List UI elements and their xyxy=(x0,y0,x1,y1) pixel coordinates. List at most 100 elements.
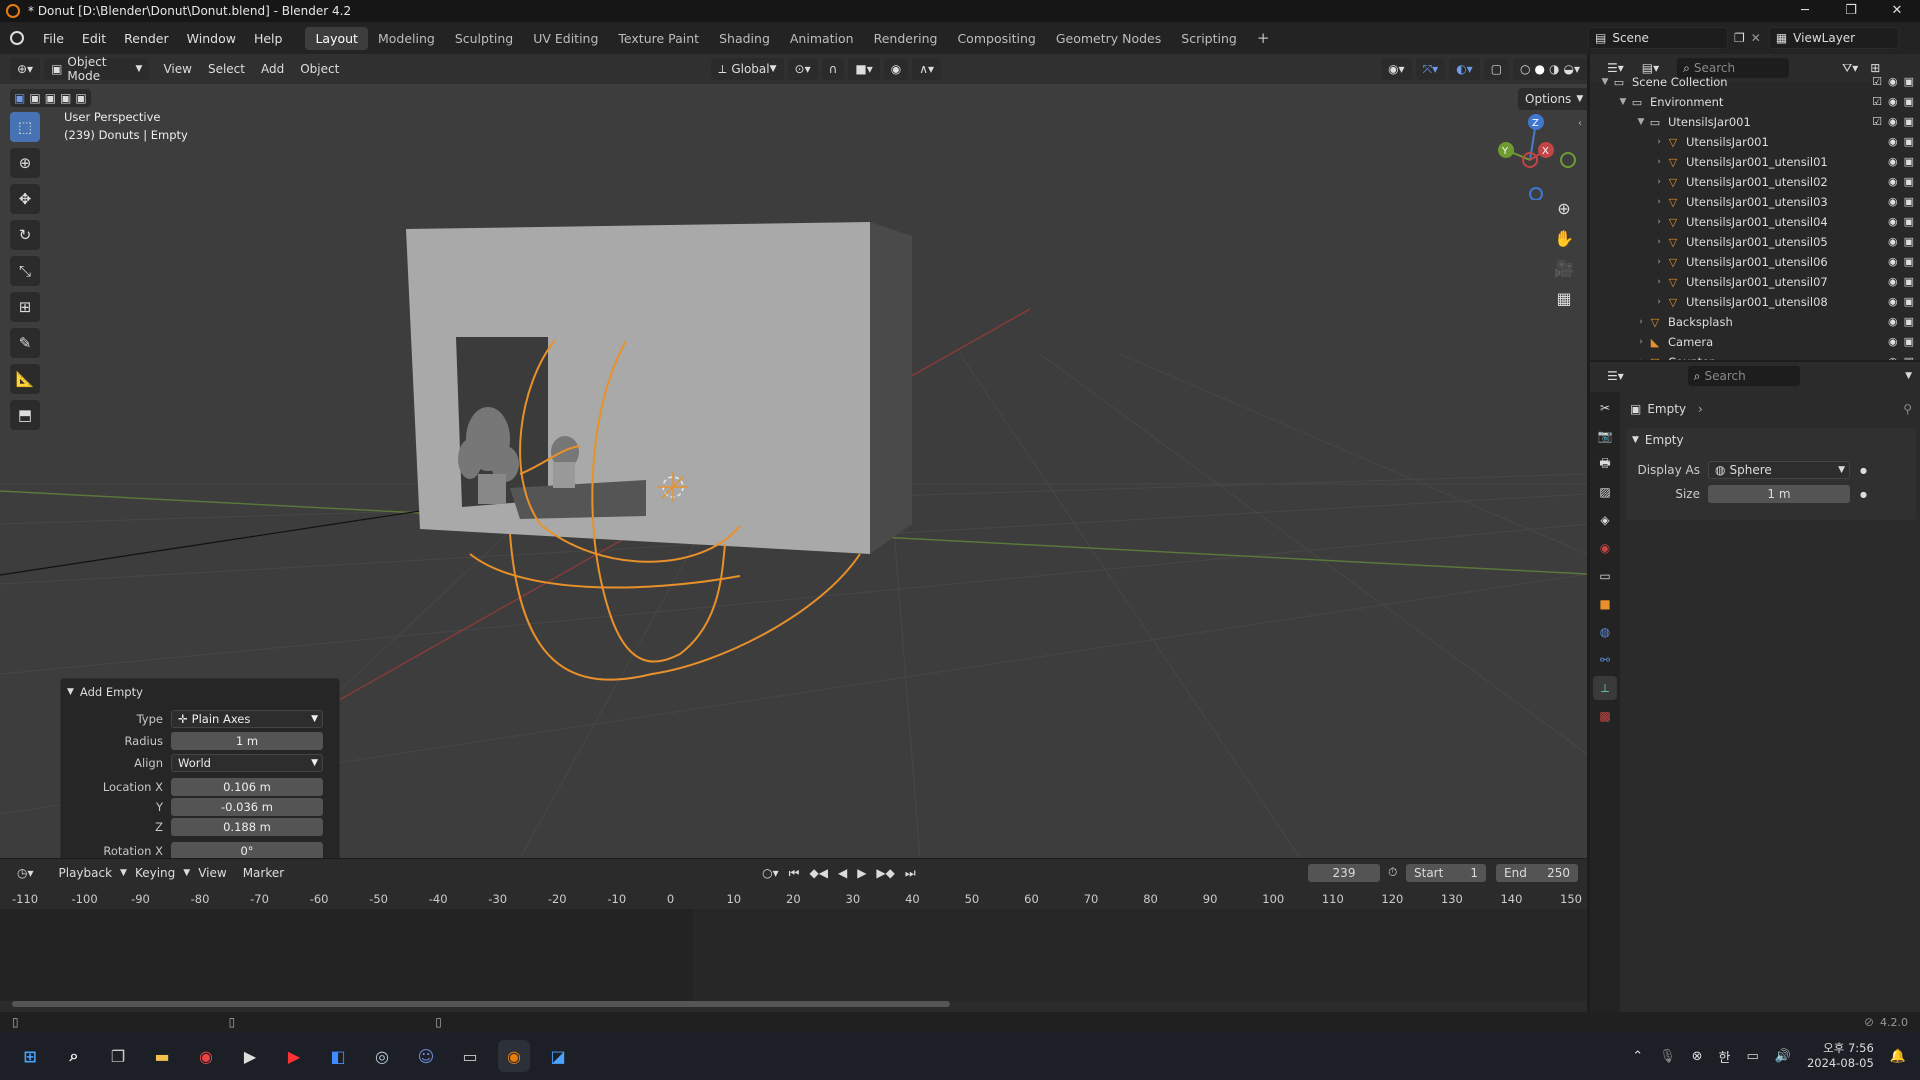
notification-bell-icon[interactable]: 🔔 xyxy=(1890,1049,1906,1064)
microphone-icon[interactable]: 🎙 xyxy=(1659,1049,1676,1064)
outliner-row[interactable]: › ▽ Backsplash ◉ ▣ xyxy=(1590,312,1920,332)
outliner-row[interactable]: › ▽ UtensilsJar001_utensil03 ◉ ▣ xyxy=(1590,192,1920,212)
camera-render-icon[interactable]: ▣ xyxy=(1904,275,1914,288)
zoom-icon[interactable]: ⊕ xyxy=(1552,194,1576,224)
remove-scene-icon[interactable]: ✕ xyxy=(1751,31,1761,45)
eye-icon[interactable]: ◉ xyxy=(1888,355,1898,360)
pan-hand-icon[interactable]: ✋ xyxy=(1552,224,1576,254)
outliner-row[interactable]: › ▽ UtensilsJar001_utensil05 ◉ ▣ xyxy=(1590,232,1920,252)
annotate-tool[interactable]: ✎ xyxy=(10,328,40,358)
menu-file[interactable]: File xyxy=(34,31,73,46)
tab-uv-editing[interactable]: UV Editing xyxy=(523,27,608,50)
visibility-toggles[interactable]: ◉▣ xyxy=(1888,135,1914,148)
jump-start-icon[interactable]: ⏮ xyxy=(789,866,800,881)
chevron-right-icon[interactable]: › xyxy=(1652,237,1666,247)
timeline-track-area[interactable] xyxy=(0,909,1587,1001)
align-dropdown[interactable]: World ▼ xyxy=(171,754,323,772)
proportional-edit-toggle[interactable]: ◉ xyxy=(883,58,909,80)
windows-start-icon[interactable]: ⊞ xyxy=(14,1040,46,1072)
viewport-menu-select[interactable]: Select xyxy=(200,62,253,76)
chevron-right-icon[interactable]: › xyxy=(1652,197,1666,207)
chevron-right-icon[interactable]: › xyxy=(1652,137,1666,147)
youtube-music-icon[interactable]: ▶ xyxy=(278,1040,310,1072)
outliner-row[interactable]: › ▽ UtensilsJar001 ◉ ▣ xyxy=(1590,132,1920,152)
visibility-toggles[interactable]: ◉▣ xyxy=(1888,155,1914,168)
camera-render-icon[interactable]: ▣ xyxy=(1904,215,1914,228)
overlay-toggle[interactable]: ◐▾ xyxy=(1449,58,1480,80)
timeline-menu-keying[interactable]: Keying xyxy=(127,866,183,880)
chevron-right-icon[interactable]: › xyxy=(1652,257,1666,267)
select-new-icon[interactable]: ▣ xyxy=(14,91,25,105)
visibility-toggles[interactable]: ◉▣ xyxy=(1888,195,1914,208)
outliner-row[interactable]: › ▽ UtensilsJar001_utensil02 ◉ ▣ xyxy=(1590,172,1920,192)
empty-section-header[interactable]: ▼ Empty xyxy=(1626,428,1916,452)
chevron-down-icon[interactable]: ▼ xyxy=(1634,117,1648,127)
camera-render-icon[interactable]: ▣ xyxy=(1904,315,1914,328)
tab-layout[interactable]: Layout xyxy=(305,26,368,50)
app-icon[interactable]: ◪ xyxy=(542,1040,574,1072)
properties-editor-type-button[interactable]: ☰▾ xyxy=(1600,365,1631,387)
add-cube-tool[interactable]: ⬒ xyxy=(10,400,40,430)
eye-icon[interactable]: ◉ xyxy=(1888,75,1898,88)
media-player-icon[interactable]: ▶ xyxy=(234,1040,266,1072)
outliner-row[interactable]: ▼ ▭ Scene Collection ☑ ◉ ▣ xyxy=(1590,72,1920,92)
camera-render-icon[interactable]: ▣ xyxy=(1904,155,1914,168)
eye-icon[interactable]: ◉ xyxy=(1888,315,1898,328)
outliner-row[interactable]: › ▽ UtensilsJar001_utensil04 ◉ ▣ xyxy=(1590,212,1920,232)
select-subtract-icon[interactable]: ▣ xyxy=(45,91,56,105)
solid-shading-icon[interactable]: ● xyxy=(1535,62,1545,76)
cursor-tool[interactable]: ⊕ xyxy=(10,148,40,178)
measure-tool[interactable]: 📐 xyxy=(10,364,40,394)
start-frame-field[interactable]: Start 1 xyxy=(1406,864,1486,882)
camera-render-icon[interactable]: ▣ xyxy=(1904,195,1914,208)
camera-render-icon[interactable]: ▣ xyxy=(1904,75,1914,88)
viewlayer-selector[interactable]: ▦ ViewLayer xyxy=(1768,27,1899,49)
visibility-toggles[interactable]: ◉▣ xyxy=(1888,275,1914,288)
blender-menu-icon[interactable] xyxy=(10,31,24,45)
outliner-row[interactable]: › ▽ UtensilsJar001_utensil06 ◉ ▣ xyxy=(1590,252,1920,272)
visibility-toggles[interactable]: ☑ ◉ ▣ xyxy=(1872,115,1914,128)
render-properties-tab[interactable]: 📷 xyxy=(1593,424,1617,448)
eye-icon[interactable]: ◉ xyxy=(1888,335,1898,348)
texture-properties-tab[interactable]: ▩ xyxy=(1593,704,1617,728)
jump-end-icon[interactable]: ⏭ xyxy=(905,866,916,881)
timeline-menu-marker[interactable]: Marker xyxy=(235,866,292,880)
tab-compositing[interactable]: Compositing xyxy=(947,27,1045,50)
chevron-right-icon[interactable]: › xyxy=(1652,277,1666,287)
chevron-right-icon[interactable]: › xyxy=(1652,177,1666,187)
auto-keying-icon[interactable]: ○▾ xyxy=(762,866,779,880)
stopwatch-icon[interactable]: ⏱ xyxy=(1388,865,1397,880)
visibility-toggles[interactable]: ◉▣ xyxy=(1888,255,1914,268)
rotate-tool[interactable]: ↻ xyxy=(10,220,40,250)
pin-icon[interactable]: ⚲ xyxy=(1903,402,1912,416)
eye-icon[interactable]: ◉ xyxy=(1888,255,1898,268)
visibility-toggles[interactable]: ◉▣ xyxy=(1888,335,1914,348)
select-invert-icon[interactable]: ▣ xyxy=(60,91,71,105)
gizmo-toggle[interactable]: ⤧▾ xyxy=(1415,58,1446,80)
tab-rendering[interactable]: Rendering xyxy=(864,27,948,50)
visibility-toggles[interactable]: ◉▣ xyxy=(1888,355,1914,360)
camera-render-icon[interactable]: ▣ xyxy=(1904,135,1914,148)
eye-icon[interactable]: ◉ xyxy=(1888,95,1898,108)
gizmo-neg-z-icon[interactable] xyxy=(1529,187,1543,200)
eye-icon[interactable]: ◉ xyxy=(1888,175,1898,188)
physics-properties-tab[interactable]: ◍ xyxy=(1593,620,1617,644)
chevron-right-icon[interactable]: › xyxy=(1634,357,1648,360)
maximize-icon[interactable]: ❐ xyxy=(1828,0,1874,22)
visibility-toggles[interactable]: ◉▣ xyxy=(1888,175,1914,188)
visibility-toggles[interactable]: ☑ ◉ ▣ xyxy=(1872,95,1914,108)
xray-toggle[interactable]: ▢ xyxy=(1483,58,1510,80)
transform-orientation-selector[interactable]: ⟂ Global ▼ xyxy=(711,58,784,80)
minimize-icon[interactable]: ─ xyxy=(1782,0,1828,22)
visibility-toggles[interactable]: ◉▣ xyxy=(1888,215,1914,228)
menu-edit[interactable]: Edit xyxy=(73,31,115,46)
outliner-row[interactable]: ›▽Counter◉▣ xyxy=(1590,352,1920,360)
constraints-properties-tab[interactable]: ⚯ xyxy=(1593,648,1617,672)
tab-scripting[interactable]: Scripting xyxy=(1171,27,1247,50)
visibility-toggles[interactable]: ◉▣ xyxy=(1888,295,1914,308)
collection-properties-tab[interactable]: ▭ xyxy=(1593,564,1617,588)
play-reverse-icon[interactable]: ◀ xyxy=(838,866,847,880)
material-shading-icon[interactable]: ◑ xyxy=(1549,62,1559,76)
chevron-up-icon[interactable]: ⌃ xyxy=(1632,1049,1643,1064)
select-box-tool[interactable]: ⬚ xyxy=(10,112,40,142)
